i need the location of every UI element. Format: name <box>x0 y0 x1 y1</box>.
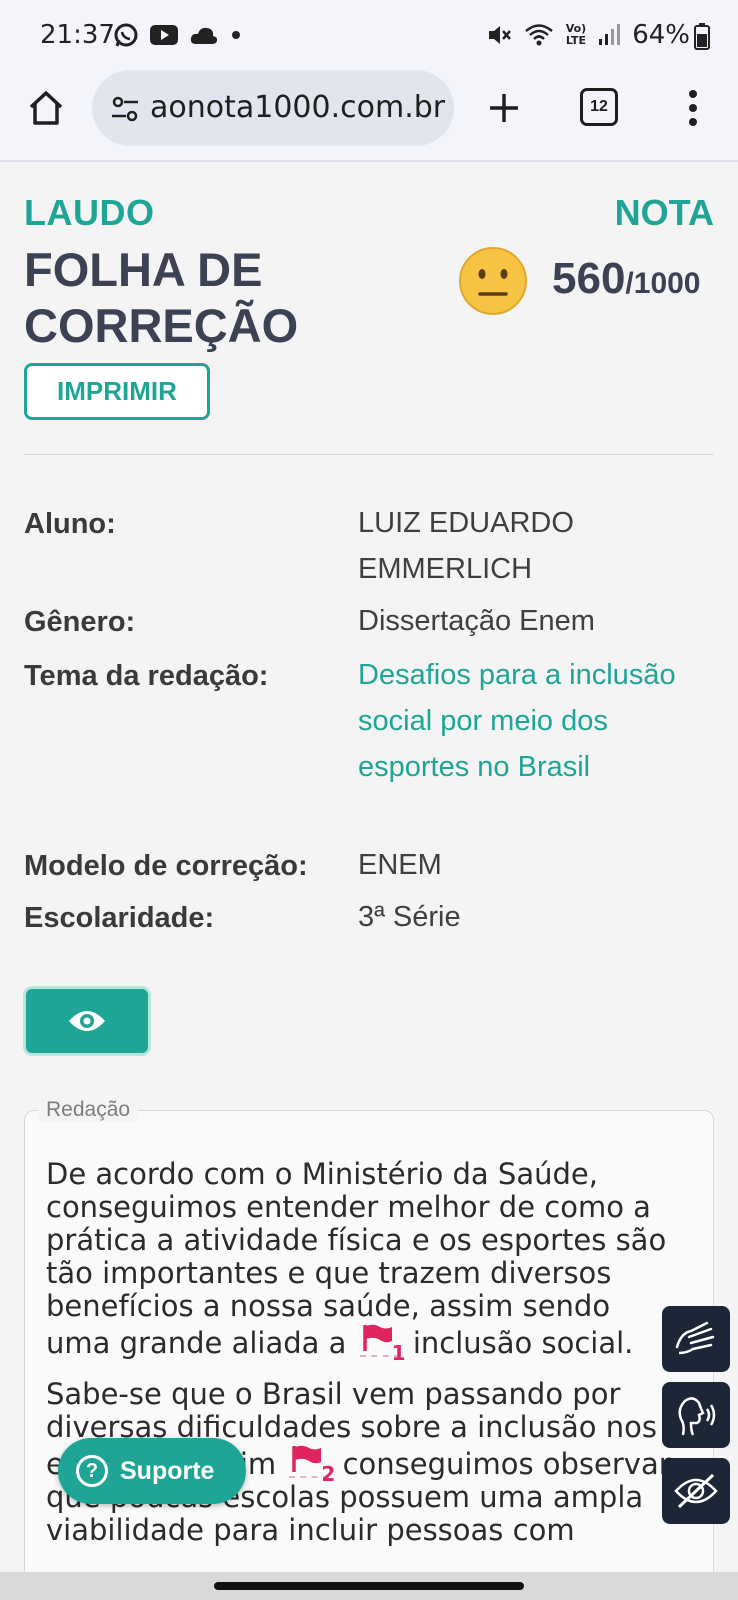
address-bar[interactable]: aonota1000.com.br <box>92 70 454 146</box>
genero-value: Dissertação Enem <box>358 605 595 637</box>
system-nav-bar <box>0 1572 738 1600</box>
correction-flag-2[interactable]: 2 <box>289 1444 335 1486</box>
mute-icon <box>488 26 511 44</box>
signal-icon <box>599 24 621 45</box>
hide-content-button[interactable] <box>662 1458 730 1524</box>
youtube-icon <box>150 25 178 45</box>
sign-language-icon <box>675 1321 715 1355</box>
page-title: FOLHA DE CORREÇÃO <box>24 243 299 352</box>
score: 560/1000 <box>552 254 701 304</box>
cloud-icon <box>190 27 218 44</box>
aluno-label: Aluno: <box>24 508 116 540</box>
home-gesture-handle[interactable] <box>214 1582 524 1590</box>
whatsapp-icon <box>114 23 138 47</box>
essay-paragraph: De acordo com o Ministério da Saúde, con… <box>46 1158 676 1366</box>
score-total: /1000 <box>625 267 701 300</box>
tab-switcher-button[interactable]: 12 <box>580 88 618 126</box>
nota-label: NOTA <box>614 192 714 233</box>
aluno-value: LUIZ EDUARDO EMMERLICH <box>358 507 574 585</box>
sign-language-button[interactable] <box>662 1306 730 1372</box>
browser-toolbar: aonota1000.com.br 12 <box>0 70 738 162</box>
home-icon <box>29 91 63 125</box>
dot-icon <box>232 31 240 39</box>
genero-label: Gênero: <box>24 606 136 638</box>
flag-icon <box>292 1445 322 1472</box>
support-button[interactable]: ? Suporte <box>58 1438 246 1504</box>
more-menu-icon[interactable] <box>678 84 708 132</box>
modelo-label: Modelo de correção: <box>24 850 308 882</box>
home-button[interactable] <box>22 84 70 132</box>
url-text: aonota1000.com.br <box>150 90 446 125</box>
divider <box>24 454 714 455</box>
volte-icon: Vo) LTE <box>566 23 587 47</box>
laudo-label: LAUDO <box>24 192 155 233</box>
escolaridade-value: 3ª Série <box>358 901 461 933</box>
eye-icon <box>69 1011 105 1031</box>
battery-icon <box>694 23 710 50</box>
flag-number: 1 <box>391 1341 406 1365</box>
volte-bottom-text: LTE <box>565 34 587 47</box>
flag-number: 2 <box>321 1462 336 1486</box>
speaking-head-icon <box>678 1397 716 1436</box>
site-settings-icon[interactable] <box>110 94 140 124</box>
new-tab-icon[interactable] <box>480 84 528 132</box>
report-header: LAUDO FOLHA DE CORREÇÃO <box>24 192 324 354</box>
eye-slash-icon <box>674 1473 718 1509</box>
wifi-icon <box>524 24 553 46</box>
battery-percent: 64% <box>632 20 690 50</box>
print-button[interactable]: IMPRIMIR <box>24 363 210 420</box>
redacao-legend: Redação <box>38 1098 139 1122</box>
correction-flag-1[interactable]: 1 <box>359 1323 406 1365</box>
essay-p1-text-end: inclusão social. <box>412 1326 634 1360</box>
tema-label: Tema da redação: <box>24 660 269 692</box>
support-label: Suporte <box>120 1456 215 1485</box>
modelo-value: ENEM <box>358 849 442 881</box>
escolaridade-label: Escolaridade: <box>24 902 215 934</box>
flag-icon <box>362 1324 392 1351</box>
tema-link[interactable]: Desafios para a inclusão social por meio… <box>358 652 698 790</box>
help-icon: ? <box>76 1455 108 1487</box>
score-value: 560 <box>552 254 626 303</box>
neutral-face-icon <box>459 247 527 315</box>
view-toggle-button[interactable] <box>26 989 148 1053</box>
status-time: 21:37 <box>40 20 115 50</box>
voice-reader-button[interactable] <box>662 1382 730 1448</box>
status-bar: 21:37 Vo) LTE 64% <box>0 0 738 70</box>
